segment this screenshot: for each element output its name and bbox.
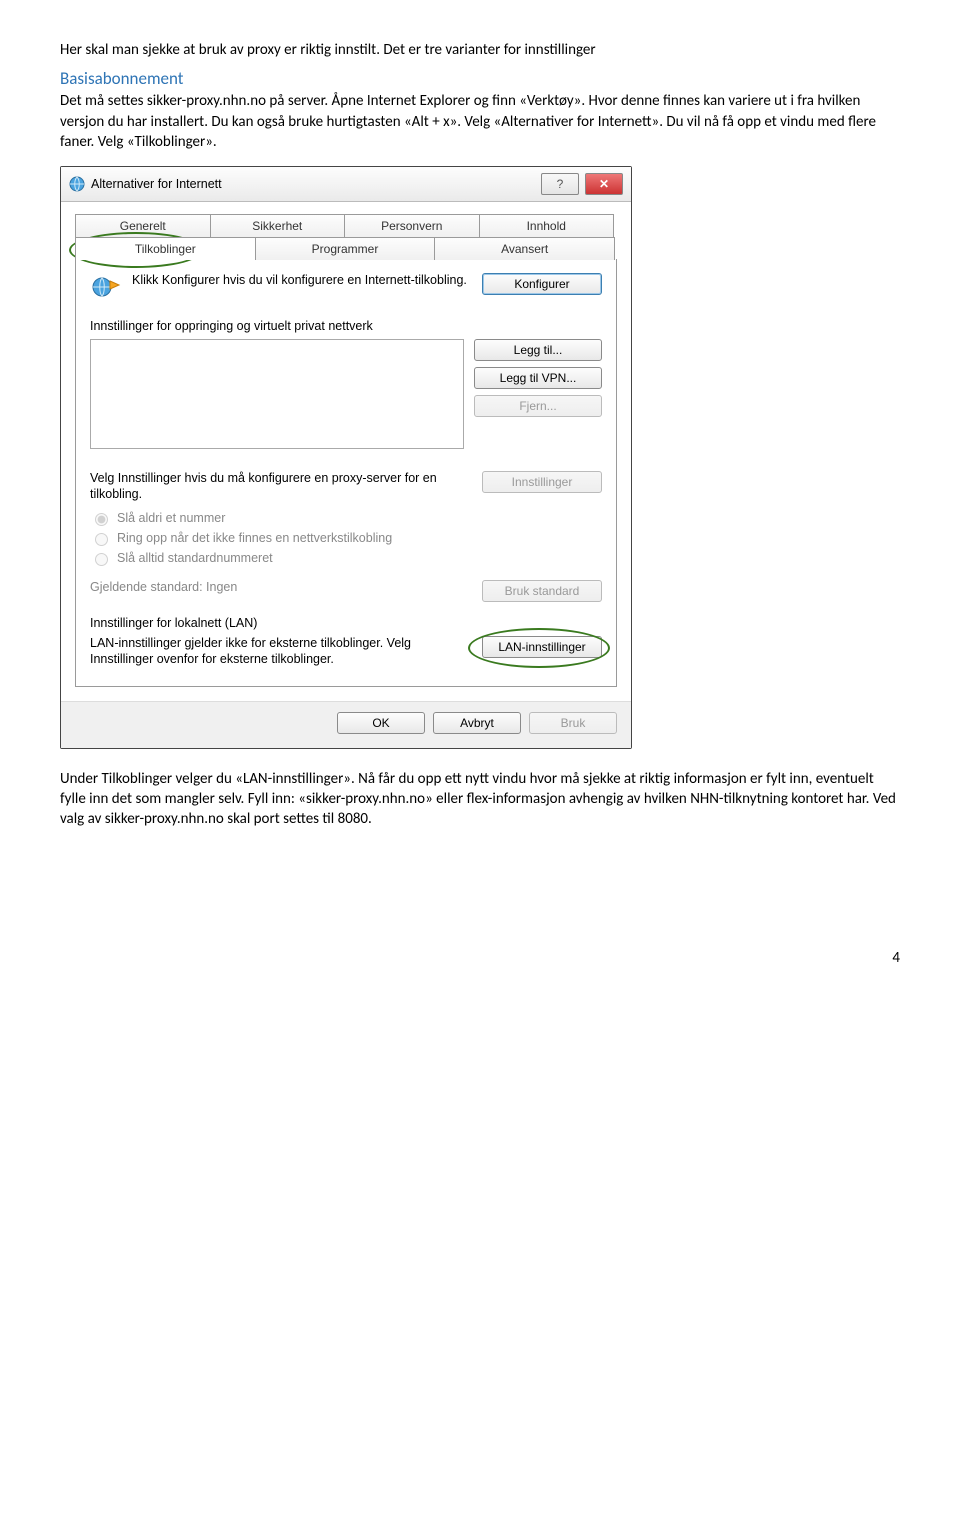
radio-always-dial <box>95 553 108 566</box>
fjern-button: Fjern... <box>474 395 602 417</box>
avbryt-button[interactable]: Avbryt <box>433 712 521 734</box>
radio-dial-no-net <box>95 533 108 546</box>
dialog-title: Alternativer for Internett <box>91 177 222 191</box>
tab-tilkoblinger[interactable]: Tilkoblinger <box>75 237 256 260</box>
konfigurer-button[interactable]: Konfigurer <box>482 273 602 295</box>
body-paragraph-1: Det må settes sikker-proxy.nhn.no på ser… <box>60 91 900 152</box>
radio-always-dial-label: Slå alltid standardnummeret <box>117 551 273 565</box>
konfig-description: Klikk Konfigurer hvis du vil konfigurere… <box>132 273 472 289</box>
section-heading-basisabonnement: Basisabonnement <box>60 68 900 89</box>
radio-never-dial <box>95 513 108 526</box>
tab-content-tilkoblinger: Klikk Konfigurer hvis du vil konfigurere… <box>75 259 617 687</box>
legg-til-vpn-button[interactable]: Legg til VPN... <box>474 367 602 389</box>
bruk-standard-button: Bruk standard <box>482 580 602 602</box>
dialup-listbox[interactable] <box>90 339 464 449</box>
help-button[interactable]: ? <box>541 173 579 195</box>
close-button[interactable]: ✕ <box>585 173 623 195</box>
dialog-bottom-buttons: OK Avbryt Bruk <box>61 701 631 748</box>
tab-generelt[interactable]: Generelt <box>75 214 211 237</box>
network-wizard-icon <box>90 273 122 305</box>
bruk-button: Bruk <box>529 712 617 734</box>
titlebar: Alternativer for Internett ? ✕ <box>61 167 631 202</box>
group-label-lan: Innstillinger for lokalnett (LAN) <box>90 616 602 630</box>
outro-paragraph: Under Tilkoblinger velger du «LAN-innsti… <box>60 769 900 830</box>
tab-avansert[interactable]: Avansert <box>434 237 615 260</box>
globe-icon <box>69 176 85 192</box>
tab-personvern[interactable]: Personvern <box>344 214 480 237</box>
radio-never-dial-label: Slå aldri et nummer <box>117 511 225 525</box>
current-default-label: Gjeldende standard: Ingen <box>90 580 472 596</box>
group-label-dialup: Innstillinger for oppringing og virtuelt… <box>90 319 602 333</box>
innstillinger-button: Innstillinger <box>482 471 602 493</box>
radio-dial-no-net-label: Ring opp når det ikke finnes en nettverk… <box>117 531 392 545</box>
page-number: 4 <box>60 949 900 967</box>
proxy-description: Velg Innstillinger hvis du må konfigurer… <box>90 471 472 502</box>
tab-sikkerhet[interactable]: Sikkerhet <box>210 214 346 237</box>
intro-paragraph: Her skal man sjekke at bruk av proxy er … <box>60 40 900 60</box>
lan-description: LAN-innstillinger gjelder ikke for ekste… <box>90 636 472 667</box>
tab-programmer[interactable]: Programmer <box>255 237 436 260</box>
lan-innstillinger-button[interactable]: LAN-innstillinger <box>482 636 602 658</box>
internet-options-dialog: Alternativer for Internett ? ✕ Generelt … <box>60 166 632 749</box>
ok-button[interactable]: OK <box>337 712 425 734</box>
tab-innhold[interactable]: Innhold <box>479 214 615 237</box>
legg-til-button[interactable]: Legg til... <box>474 339 602 361</box>
